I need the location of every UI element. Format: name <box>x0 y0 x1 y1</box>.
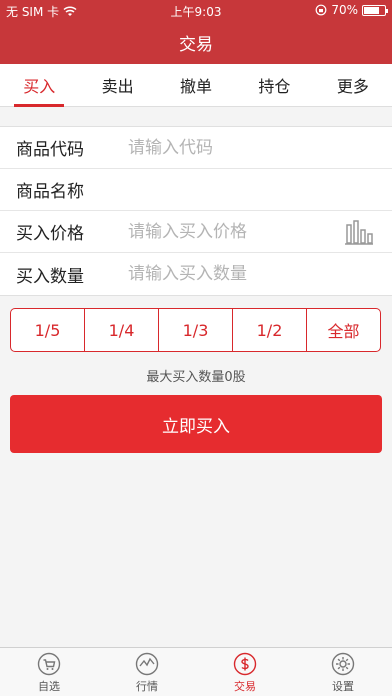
tab-sell[interactable]: 卖出 <box>78 64 156 106</box>
status-right: 70% <box>315 3 388 17</box>
code-label: 商品代码 <box>16 140 84 160</box>
tab-holdings[interactable]: 持仓 <box>235 64 313 106</box>
nav-watchlist[interactable]: 自选 <box>0 648 98 696</box>
status-bar: 无 SIM 卡 上午9:03 70% <box>0 0 392 20</box>
tab-cancel[interactable]: 撤单 <box>157 64 235 106</box>
gear-icon <box>331 652 355 676</box>
name-row: 商品名称 <box>0 169 392 211</box>
trend-icon <box>135 652 159 676</box>
name-label: 商品名称 <box>16 182 84 202</box>
fraction-one-third-button[interactable]: 1/3 <box>159 309 233 351</box>
fraction-one-half-button[interactable]: 1/2 <box>233 309 307 351</box>
nav-trade-label: 交易 <box>234 680 256 693</box>
nav-market[interactable]: 行情 <box>98 648 196 696</box>
battery-percent: 70% <box>331 3 358 17</box>
cart-icon <box>37 652 61 676</box>
qty-label: 买入数量 <box>16 266 84 287</box>
bottom-nav: 自选 行情 交易 设置 <box>0 647 392 696</box>
tab-buy[interactable]: 买入 <box>0 64 78 107</box>
nav-watchlist-label: 自选 <box>38 680 60 693</box>
qty-input[interactable] <box>128 264 392 284</box>
orientation-lock-icon <box>315 4 327 16</box>
code-row: 商品代码 <box>0 127 392 169</box>
fraction-one-fifth-button[interactable]: 1/5 <box>11 309 85 351</box>
fraction-all-button[interactable]: 全部 <box>307 309 380 351</box>
price-label: 买入价格 <box>16 224 84 244</box>
quantity-fraction-group: 1/5 1/4 1/3 1/2 全部 <box>10 308 381 352</box>
nav-trade[interactable]: 交易 <box>196 648 294 696</box>
price-row: 买入价格 <box>0 211 392 253</box>
bar-chart-icon[interactable] <box>344 218 374 246</box>
buy-form: 商品代码 商品名称 买入价格 买入数量 <box>0 126 392 296</box>
battery-icon <box>362 4 388 16</box>
nav-settings-label: 设置 <box>332 680 354 693</box>
nav-market-label: 行情 <box>136 680 158 693</box>
page-title: 交易 <box>0 20 392 64</box>
dollar-icon <box>233 652 257 676</box>
buy-now-button[interactable]: 立即买入 <box>10 395 382 453</box>
qty-row: 买入数量 <box>0 253 392 295</box>
code-input[interactable] <box>128 137 392 158</box>
tab-more[interactable]: 更多 <box>314 64 392 106</box>
fraction-one-quarter-button[interactable]: 1/4 <box>85 309 159 351</box>
max-quantity-text: 最大买入数量0股 <box>146 370 246 385</box>
trade-tabs: 买入 卖出 撤单 持仓 更多 <box>0 64 392 107</box>
nav-settings[interactable]: 设置 <box>294 648 392 696</box>
